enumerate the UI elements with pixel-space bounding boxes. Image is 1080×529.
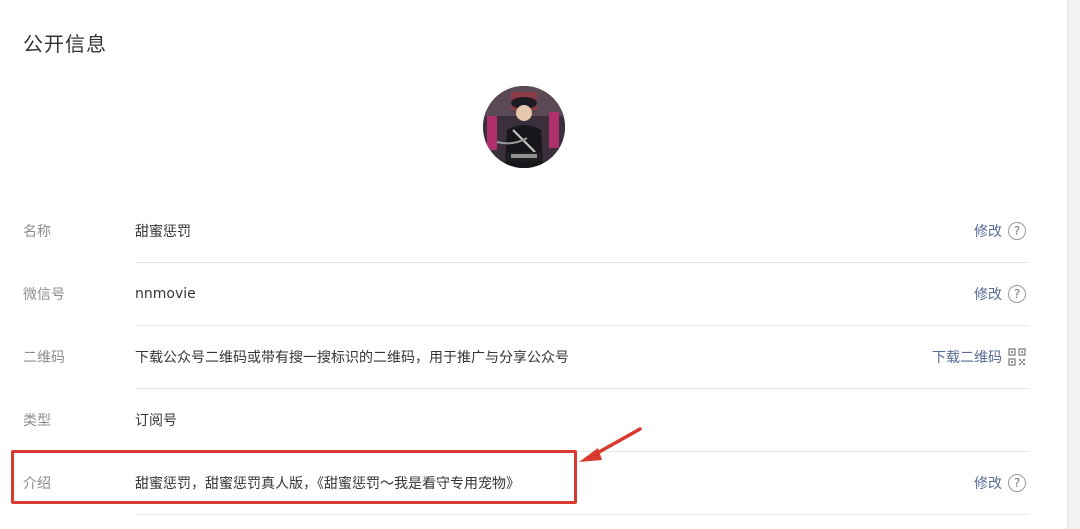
avatar: [483, 86, 565, 168]
help-icon[interactable]: ?: [1008, 285, 1026, 303]
section-title: 公开信息: [23, 32, 107, 56]
row-label: 名称: [23, 224, 51, 240]
row-value: 甜蜜惩罚: [135, 224, 191, 240]
row-label: 二维码: [23, 350, 65, 366]
edit-link[interactable]: 修改: [974, 473, 1002, 493]
edit-link[interactable]: 修改: [974, 221, 1002, 241]
row-name: 名称 甜蜜惩罚 修改 ?: [0, 200, 1030, 262]
row-value: nnmovie: [135, 286, 196, 302]
row-action: 修改 ?: [974, 221, 1026, 241]
highlight-box: [11, 450, 577, 504]
row-type: 类型 订阅号: [0, 389, 1030, 451]
row-wechat-id: 微信号 nnmovie 修改 ?: [0, 263, 1030, 325]
row-action: 修改 ?: [974, 284, 1026, 304]
divider: [135, 514, 1030, 515]
annotation-arrow-icon: [579, 427, 642, 462]
help-icon[interactable]: ?: [1008, 222, 1026, 240]
row-value: 订阅号: [135, 413, 177, 429]
qr-code-icon[interactable]: [1008, 348, 1026, 366]
account-info-page: 公开信息 名称 甜蜜惩罚 修改 ? 微信号 nnmovie 修改 ? 二维码 下…: [0, 0, 1080, 529]
row-value: 下载公众号二维码或带有搜一搜标识的二维码，用于推广与分享公众号: [135, 350, 569, 366]
edit-link[interactable]: 修改: [974, 284, 1002, 304]
help-icon[interactable]: ?: [1008, 474, 1026, 492]
row-qr-code: 二维码 下载公众号二维码或带有搜一搜标识的二维码，用于推广与分享公众号 下载二维…: [0, 326, 1030, 388]
scrollbar-track[interactable]: [1067, 0, 1080, 529]
download-qr-link[interactable]: 下载二维码: [932, 347, 1002, 367]
row-action: 修改 ?: [974, 473, 1026, 493]
row-label: 类型: [23, 413, 51, 429]
row-label: 微信号: [23, 287, 65, 303]
row-action: 下载二维码: [932, 347, 1026, 367]
